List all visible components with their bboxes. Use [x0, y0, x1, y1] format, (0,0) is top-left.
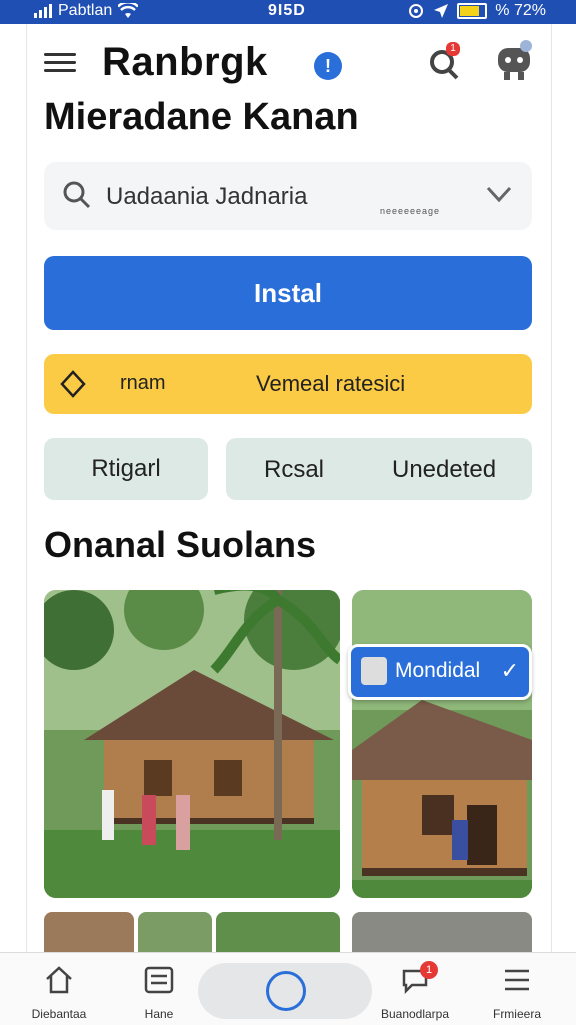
bottom-nav: Diebantaa Hane 1 Buanodlarpa Frmieera: [0, 952, 576, 1025]
search-hint: neeeeeeage: [380, 206, 441, 216]
home-icon: [46, 966, 72, 994]
nav-item-chat[interactable]: 1 Buanodlarpa: [370, 961, 460, 1021]
filter-chip-label: Unedeted: [392, 456, 497, 483]
notice-tag: rnam: [120, 372, 166, 394]
photo-thumbnail[interactable]: [44, 912, 134, 954]
search-icon: [63, 181, 91, 209]
notice-banner[interactable]: rnam Vemeal ratesici: [44, 354, 532, 414]
circle-icon: [266, 971, 306, 1011]
page-title: Mieradane Kanan: [44, 96, 359, 138]
house-photo-main[interactable]: [44, 590, 340, 898]
nav-label: Buanodlarpa: [380, 1007, 450, 1021]
photo-thumbnail[interactable]: [352, 912, 532, 954]
verified-label: Mondidal: [395, 659, 481, 682]
profile-avatar-icon[interactable]: [496, 40, 532, 82]
status-time: 9I5D: [268, 2, 306, 19]
verified-badge[interactable]: Mondidal ✓: [348, 644, 532, 700]
check-icon: ✓: [500, 658, 519, 683]
notice-message: Vemeal ratesici: [256, 371, 406, 396]
chevron-down-icon[interactable]: [486, 184, 512, 208]
search-field[interactable]: neeeeeeage: [44, 162, 532, 230]
nav-badge: 1: [420, 961, 438, 979]
section-title: Onanal Suolans: [44, 524, 317, 565]
house-photo-side[interactable]: [352, 590, 532, 898]
menu-icon: [505, 969, 529, 991]
nav-label: Diebantaa: [31, 1007, 87, 1021]
carrier-label: Pabtlan: [58, 2, 113, 19]
search-notifications-icon[interactable]: 1: [428, 42, 462, 80]
nav-item-home[interactable]: Diebantaa: [14, 963, 104, 1021]
nav-label: Hane: [144, 1007, 174, 1021]
battery-level: % 72%: [495, 2, 546, 19]
nav-item-menu[interactable]: Frmieera: [472, 963, 562, 1021]
nav-center-button[interactable]: [198, 963, 372, 1019]
filter-chip-second[interactable]: Rcsal Unedeted: [226, 438, 532, 500]
location-arrow-icon: [434, 4, 449, 18]
photo-thumbnail[interactable]: [138, 912, 212, 954]
avatar: [361, 657, 387, 685]
nav-label: Frmieera: [492, 1007, 541, 1021]
tag-icon: [60, 370, 86, 398]
install-button[interactable]: Instal: [44, 256, 532, 330]
filter-chip-label: Rcsal: [264, 456, 325, 483]
hotspot-icon: [409, 4, 424, 18]
photo-thumbnail[interactable]: [216, 912, 340, 954]
battery-icon: [457, 3, 488, 19]
signal-icon: [34, 4, 52, 18]
nav-item-list[interactable]: Hane: [114, 963, 204, 1021]
hamburger-menu-icon[interactable]: [44, 48, 76, 74]
filter-chip-first[interactable]: Rtigarl: [44, 438, 208, 500]
wifi-icon: [118, 3, 139, 18]
app-title: Ranbrgk: [102, 40, 268, 84]
info-icon[interactable]: !: [314, 52, 342, 80]
list-icon: [144, 966, 174, 994]
status-bar: Pabtlan 9I5D % 72%: [0, 0, 576, 24]
